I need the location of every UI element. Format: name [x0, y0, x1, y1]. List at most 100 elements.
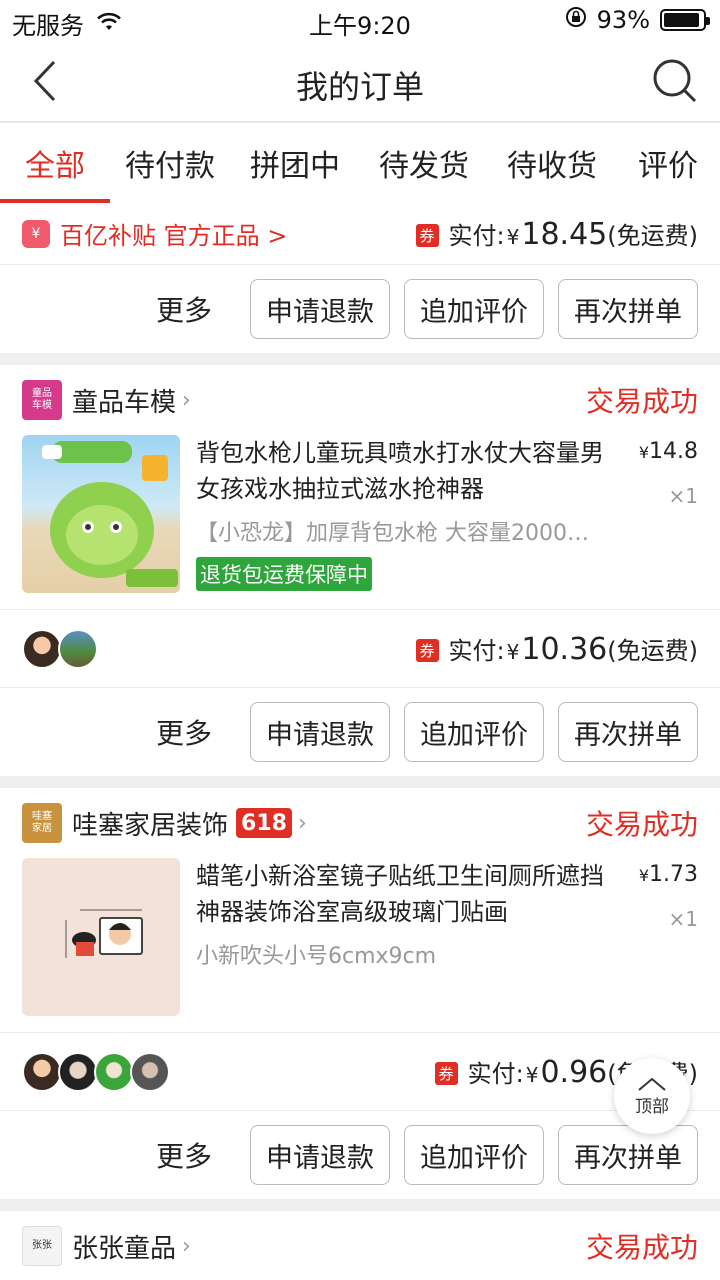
store-header[interactable]: 张张 张张童品 › 交易成功 — [0, 1211, 720, 1280]
chevron-up-icon — [638, 1077, 666, 1091]
quantity: ×1 — [668, 907, 698, 931]
store-logo: 哇塞 家居 — [22, 803, 62, 843]
add-review-button[interactable]: 追加评价 — [404, 702, 544, 762]
coupon-badge: 券 — [434, 1061, 458, 1085]
store-logo: 童品 车模 — [22, 380, 62, 420]
tab-group-buying[interactable]: 拼团中 — [230, 123, 360, 203]
product-price: ¥1.73 ×1 — [639, 862, 698, 931]
pay-amount: 18.45 — [521, 216, 608, 252]
chevron-right-icon: › — [182, 387, 191, 413]
store-logo: 张张 — [22, 1226, 62, 1266]
product-price: ¥14.8 ×1 — [639, 439, 698, 508]
nav-bar: 我的订单 — [0, 42, 720, 122]
product-spec: 小新吹头小号6cmx9cm — [196, 944, 437, 969]
subsidy-bag-icon: ¥ — [22, 219, 50, 248]
avatar — [22, 1051, 62, 1092]
yen-symbol: ¥ — [525, 1062, 539, 1087]
status-bar: 无服务 上午9:20 93% — [0, 0, 720, 42]
tab-pending-shipment[interactable]: 待发货 — [360, 123, 488, 203]
unit-price: 1.73 — [649, 862, 698, 887]
store-header[interactable]: 哇塞 家居 哇塞家居装饰 618 › 交易成功 — [0, 788, 720, 858]
order-card: 张张 张张童品 › 交易成功 — [0, 1211, 720, 1280]
pay-amount: 0.96 — [540, 1054, 608, 1090]
battery-fill — [664, 13, 700, 27]
buy-again-button[interactable]: 再次拼单 — [558, 1125, 698, 1185]
page-title: 我的订单 — [295, 68, 424, 106]
more-button[interactable]: 更多 — [156, 289, 212, 329]
pay-label: 实付: — [448, 221, 505, 250]
unit-price: 14.8 — [649, 439, 698, 464]
avatar — [58, 628, 98, 669]
order-status: 交易成功 — [585, 1231, 698, 1264]
subsidy-text: 百亿补贴 官方正品 > — [60, 222, 288, 250]
return-shipping-tag: 退货包运费保障中 — [196, 557, 372, 591]
tab-all[interactable]: 全部 — [0, 123, 110, 203]
coupon-badge: 券 — [415, 223, 439, 247]
back-to-top-label: 顶部 — [635, 1096, 669, 1117]
payment-summary: 券 实付: ¥ 10.36 (免运费) — [415, 631, 698, 667]
group-avatars — [22, 1051, 170, 1092]
avatar — [22, 628, 62, 669]
yen-symbol: ¥ — [638, 443, 650, 462]
payment-row: 券 实付: ¥ 10.36 (免运费) — [0, 610, 720, 688]
shipping-note: (免运费) — [607, 636, 698, 665]
status-right: 93% — [565, 6, 710, 34]
product-info: 蜡笔小新浴室镜子贴纸卫生间厕所遮挡神器装饰浴室高级玻璃门贴画 小新吹头小号6cm… — [196, 858, 616, 1016]
product-image — [22, 858, 180, 1016]
avatar — [130, 1051, 170, 1092]
product-title: 蜡笔小新浴室镜子贴纸卫生间厕所遮挡神器装饰浴室高级玻璃门贴画 — [196, 862, 604, 926]
battery-text: 93% — [596, 6, 650, 34]
shipping-note: (免运费) — [607, 221, 698, 250]
order-status: 交易成功 — [585, 385, 698, 418]
order-actions: 更多 申请退款 追加评价 再次拼单 — [0, 688, 720, 776]
pay-label: 实付: — [448, 636, 505, 665]
avatar — [94, 1051, 134, 1092]
group-avatars — [22, 628, 98, 669]
order-status: 交易成功 — [585, 808, 698, 841]
pay-amount: 10.36 — [521, 631, 608, 667]
sticker-image — [65, 909, 143, 958]
product-title: 背包水枪儿童玩具喷水打水仗大容量男女孩戏水抽拉式滋水抢神器 — [196, 439, 604, 503]
refund-button[interactable]: 申请退款 — [250, 1125, 390, 1185]
refund-button[interactable]: 申请退款 — [250, 279, 390, 339]
product-info: 背包水枪儿童玩具喷水打水仗大容量男女孩戏水抽拉式滋水抢神器 【小恐龙】加厚背包水… — [196, 435, 616, 593]
coupon-badge: 券 — [415, 638, 439, 662]
more-button[interactable]: 更多 — [156, 1135, 212, 1175]
chevron-right-icon: › — [297, 810, 307, 836]
battery-icon — [660, 9, 710, 31]
store-name: 童品车模 — [72, 387, 177, 418]
buy-again-button[interactable]: 再次拼单 — [558, 702, 698, 762]
order-actions: 更多 申请退款 追加评价 再次拼单 — [0, 265, 720, 353]
payment-row: 券 实付: ¥ 0.96 (免运费) — [0, 1033, 720, 1111]
chevron-right-icon: › — [182, 1233, 191, 1259]
order-card: 哇塞 家居 哇塞家居装饰 618 › 交易成功 蜡笔小新浴室镜子贴纸卫生间厕所遮挡… — [0, 788, 720, 1199]
yen-symbol: ¥ — [506, 224, 520, 249]
yen-symbol: ¥ — [506, 639, 520, 664]
refund-button[interactable]: 申请退款 — [250, 702, 390, 762]
store-header[interactable]: 童品 车模 童品车模 › 交易成功 — [0, 365, 720, 435]
add-review-button[interactable]: 追加评价 — [404, 1125, 544, 1185]
order-actions: 更多 申请退款 追加评价 再次拼单 — [0, 1111, 720, 1199]
tab-pending-receipt[interactable]: 待收货 — [488, 123, 616, 203]
quantity: ×1 — [668, 484, 698, 508]
back-to-top-button[interactable]: 顶部 — [614, 1058, 690, 1134]
order-tabs: 全部 待付款 拼团中 待发货 待收货 评价 — [0, 123, 720, 203]
search-button[interactable] — [650, 56, 700, 106]
yen-symbol: ¥ — [638, 866, 650, 885]
promo-618-tag: 618 — [236, 808, 292, 838]
more-button[interactable]: 更多 — [156, 712, 212, 752]
product-item[interactable]: 蜡笔小新浴室镜子贴纸卫生间厕所遮挡神器装饰浴室高级玻璃门贴画 小新吹头小号6cm… — [0, 858, 720, 1033]
buy-again-button[interactable]: 再次拼单 — [558, 279, 698, 339]
product-item[interactable]: 背包水枪儿童玩具喷水打水仗大容量男女孩戏水抽拉式滋水抢神器 【小恐龙】加厚背包水… — [0, 435, 720, 610]
tab-review[interactable]: 评价 — [616, 123, 720, 203]
store-name: 哇塞家居装饰 — [72, 810, 229, 841]
water-gun-image — [42, 441, 178, 587]
tab-pending-payment[interactable]: 待付款 — [110, 123, 230, 203]
subsidy-row[interactable]: ¥ 百亿补贴 官方正品 > 券 实付: ¥ 18.45 (免运费) — [0, 203, 720, 265]
order-list: ¥ 百亿补贴 官方正品 > 券 实付: ¥ 18.45 (免运费) 更多 申请退… — [0, 203, 720, 1280]
product-spec: 【小恐龙】加厚背包水枪 大容量2000毫升 — [196, 521, 596, 546]
add-review-button[interactable]: 追加评价 — [404, 279, 544, 339]
pay-label: 实付: — [467, 1059, 524, 1088]
search-icon — [653, 59, 697, 103]
store-name: 张张童品 — [72, 1233, 177, 1264]
